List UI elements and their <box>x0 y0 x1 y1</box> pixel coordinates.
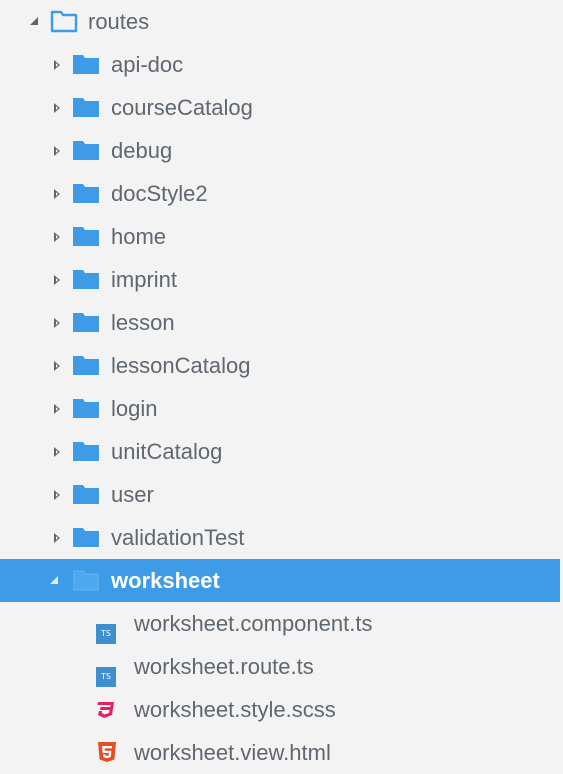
tree-item-imprint[interactable]: imprint <box>0 258 560 301</box>
folder-icon <box>72 52 100 76</box>
chevron-right-icon[interactable] <box>50 344 66 387</box>
tree-item-label: login <box>111 396 158 421</box>
folder-icon <box>72 353 100 377</box>
chevron-right-icon[interactable] <box>50 86 66 129</box>
chevron-right-icon[interactable] <box>50 430 66 473</box>
chevron-right-icon[interactable] <box>50 516 66 559</box>
tree-item-user[interactable]: user <box>0 473 560 516</box>
ts-badge: TS <box>96 667 116 687</box>
folder-icon <box>72 482 100 506</box>
tree-item-lesson[interactable]: lesson <box>0 301 560 344</box>
tree-item-label: worksheet.view.html <box>134 740 331 765</box>
tree-item-docStyle2[interactable]: docStyle2 <box>0 172 560 215</box>
folder-open-icon <box>72 568 100 592</box>
tree-item-api-doc[interactable]: api-doc <box>0 43 560 86</box>
typescript-icon: TS <box>96 612 118 644</box>
css3-icon <box>95 698 117 720</box>
folder-icon <box>72 181 100 205</box>
typescript-icon: TS <box>96 655 118 687</box>
folder-icon <box>72 439 100 463</box>
tree-item-label: worksheet.route.ts <box>134 654 314 679</box>
tree-item-label: user <box>111 482 154 507</box>
ts-badge: TS <box>96 624 116 644</box>
tree-item-worksheet-style-scss[interactable]: worksheet.style.scss <box>0 688 560 731</box>
chevron-right-icon[interactable] <box>50 215 66 258</box>
tree-item-debug[interactable]: debug <box>0 129 560 172</box>
folder-icon <box>72 95 100 119</box>
folder-icon <box>72 138 100 162</box>
tree-item-worksheet[interactable]: worksheet <box>0 559 560 602</box>
tree-item-home[interactable]: home <box>0 215 560 258</box>
tree-item-label: worksheet <box>111 568 220 593</box>
tree-item-label: api-doc <box>111 52 184 77</box>
tree-item-worksheet-view-html[interactable]: worksheet.view.html <box>0 731 560 774</box>
chevron-expanded-icon[interactable] <box>28 0 44 43</box>
chevron-right-icon[interactable] <box>50 258 66 301</box>
tree-item-label: home <box>111 224 167 249</box>
folder-icon <box>72 525 100 549</box>
tree-item-unitCatalog[interactable]: unitCatalog <box>0 430 560 473</box>
html5-icon <box>96 741 118 763</box>
tree-item-worksheet-component-ts[interactable]: TS worksheet.component.ts <box>0 602 560 645</box>
tree-item-lessonCatalog[interactable]: lessonCatalog <box>0 344 560 387</box>
folder-icon <box>72 267 100 291</box>
tree-item-label: debug <box>111 138 173 163</box>
tree-item-label: validationTest <box>111 525 245 550</box>
tree-item-label: worksheet.component.ts <box>134 611 373 636</box>
chevron-right-icon[interactable] <box>50 301 66 344</box>
folder-icon <box>72 310 100 334</box>
tree-item-label: docStyle2 <box>111 181 208 206</box>
tree-item-courseCatalog[interactable]: courseCatalog <box>0 86 560 129</box>
chevron-right-icon[interactable] <box>50 129 66 172</box>
tree-item-login[interactable]: login <box>0 387 560 430</box>
tree-item-routes[interactable]: routes <box>0 0 560 43</box>
tree-item-label: imprint <box>111 267 178 292</box>
tree-item-worksheet-route-ts[interactable]: TS worksheet.route.ts <box>0 645 560 688</box>
folder-icon <box>72 396 100 420</box>
chevron-right-icon[interactable] <box>50 387 66 430</box>
tree-item-label: lessonCatalog <box>111 353 251 378</box>
tree-item-label: unitCatalog <box>111 439 223 464</box>
chevron-expanded-icon[interactable] <box>48 559 64 602</box>
chevron-right-icon[interactable] <box>50 43 66 86</box>
tree-item-validationTest[interactable]: validationTest <box>0 516 560 559</box>
tree-item-label: courseCatalog <box>111 95 253 120</box>
folder-open-outline-icon <box>50 9 78 33</box>
tree-item-label: lesson <box>111 310 175 335</box>
tree-item-label: routes <box>88 9 150 34</box>
tree-item-label: worksheet.style.scss <box>134 697 336 722</box>
file-explorer-tree: routes api-doc courseCatalog debug docSt… <box>0 0 563 767</box>
folder-icon <box>72 224 100 248</box>
chevron-right-icon[interactable] <box>50 473 66 516</box>
chevron-right-icon[interactable] <box>50 172 66 215</box>
